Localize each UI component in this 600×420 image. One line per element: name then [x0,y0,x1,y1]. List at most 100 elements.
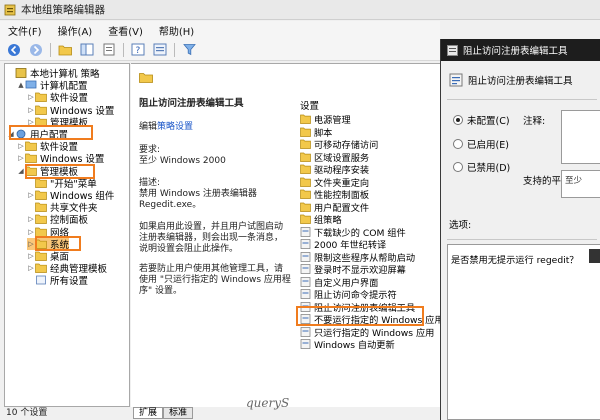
radio-enabled[interactable]: 已启用(E) [453,137,509,151]
tree-expander-icon[interactable]: ▷ [17,142,25,150]
folder-up-icon [58,45,72,56]
status-bar: 10 个设置 [6,408,48,418]
list-setting-item[interactable]: 登录时不显示欢迎屏幕 [300,263,406,276]
menu-view[interactable]: 查看(V) [100,23,151,38]
description-pane: 阻止访问注册表编辑工具 编辑策略设置 要求: 至少 Windows 2000 描… [131,63,294,407]
list-setting-item[interactable]: 下载缺少的 COM 组件 [300,226,406,239]
list-setting-item[interactable]: Windows 自动更新 [300,338,395,351]
list-folder-item[interactable]: 文件夹重定向 [300,176,369,189]
tree-item[interactable]: 所有设置 [27,274,88,287]
filter-button[interactable] [181,42,197,58]
requirements-value: 至少 Windows 2000 [139,156,226,166]
radio-not-configured[interactable]: 未配置(C) [453,113,510,127]
folder-icon [300,152,311,162]
tree-item[interactable]: ▷ 控制面板 [27,213,88,226]
view-tabs: 扩展 标准 [133,407,194,420]
tree-expander-icon[interactable]: ▷ [27,191,35,199]
folder-icon [300,127,311,137]
menu-bar: 文件(F) 操作(A) 查看(V) 帮助(H) [0,21,440,39]
highlight-system [35,236,81,251]
supported-platform-box: 至少 [561,170,600,198]
forward-button[interactable] [28,42,44,58]
tree-item[interactable]: 本地计算机 策略 [7,67,100,80]
list-folder-item[interactable]: 用户配置文件 [300,201,369,214]
menu-action[interactable]: 操作(A) [50,23,101,38]
description-para1: 如果启用此设置，并且用户试图启动注册表编辑器，则会出现一条消息，说明设置会阻止此… [139,222,284,254]
radio-disabled[interactable]: 已禁用(D) [453,160,510,174]
list-folder-item[interactable]: 组策略 [300,213,342,226]
folder-icon [300,189,311,199]
list-folder-item[interactable]: 性能控制面板 [300,188,369,201]
help-button[interactable]: ? [130,42,146,58]
properties-button[interactable] [152,42,168,58]
tree-expander-icon[interactable]: ▷ [27,215,35,223]
radio-circle[interactable] [453,139,463,149]
list-folder-item[interactable]: 可移动存储访问 [300,138,378,151]
folder-icon [25,154,37,164]
settings-column-header[interactable]: 设置 [300,98,319,112]
radio-circle[interactable] [453,162,463,172]
list-folder-item[interactable]: 驱动程序安装 [300,163,369,176]
setting-icon [300,276,311,287]
list-item-label: Windows 自动更新 [314,340,395,351]
list-setting-item[interactable]: 自定义用户界面 [300,276,378,289]
tree-expander-icon[interactable]: ▷ [27,252,35,260]
folder-icon [35,93,47,103]
tree-item[interactable]: ▷ 经典管理模板 [27,262,107,275]
tree-expander-icon[interactable]: ▷ [27,228,35,236]
list-setting-item[interactable]: 阻止访问命令提示符 [300,288,397,301]
tree-expander-icon[interactable]: ◢ [17,167,25,175]
tree-expander-icon[interactable]: ▷ [27,93,35,101]
tree-item[interactable]: ▷ Windows 组件 [27,189,114,202]
menu-help[interactable]: 帮助(H) [151,23,202,38]
highlight-selected-policy [296,306,424,326]
export-icon [103,43,115,56]
list-folder-item[interactable]: 区域设置服务 [300,151,369,164]
note-label: 注释: [523,116,546,127]
folder-icon [300,114,311,124]
settings-icon [36,275,46,285]
export-list-button[interactable] [101,42,117,58]
edit-policy-link[interactable]: 策略设置 [157,122,193,132]
tab-extended[interactable]: 扩展 [133,407,164,419]
up-folder-button[interactable] [57,42,73,58]
radio-circle[interactable] [453,115,463,125]
tree-expander-icon[interactable]: ▷ [27,106,35,114]
option-dropdown[interactable] [589,249,600,263]
toolbar-separator-2 [123,42,124,57]
options-label: 选项: [449,220,472,231]
tab-standard[interactable]: 标准 [163,407,194,419]
folder-icon [300,177,311,187]
description-para2: 若要防止用户使用其他管理工具，请使用 "只运行指定的 Windows 应用程序"… [139,264,291,296]
setting-icon [300,251,311,262]
tree-item[interactable]: ▷ Windows 设置 [27,104,114,117]
tree-expander-icon[interactable]: ▲ [17,81,25,89]
folder-icon [300,139,311,149]
description-heading: 阻止访问注册表编辑工具 [139,98,244,109]
console-tree-icon [80,43,94,56]
highlight-admin-templates [25,164,95,179]
list-setting-item[interactable]: 只运行指定的 Windows 应用 [300,326,434,339]
tree-item[interactable]: ▷ 软件设置 [27,91,88,104]
list-setting-item[interactable]: 2000 年世纪转译 [300,238,386,251]
tree-item[interactable]: ▷ 软件设置 [17,140,78,153]
radio-dot [456,118,460,122]
list-setting-item[interactable]: 限制这些程序从帮助启动 [300,251,415,264]
list-folder-item[interactable]: 电源管理 [300,113,351,126]
tree-item[interactable]: 共享文件夹 [27,201,98,214]
list-folder-item[interactable]: 脚本 [300,126,332,139]
tree-expander-icon[interactable]: ▷ [27,240,35,248]
note-textarea[interactable] [561,110,600,164]
back-button[interactable] [6,42,22,58]
tree-expander-icon[interactable]: ▷ [27,264,35,272]
tree-expander-icon[interactable]: ▷ [17,154,25,162]
tree-item[interactable]: ▷ 桌面 [27,250,69,263]
window-title: 本地组策略编辑器 [21,4,105,16]
watermark-subtext: XiTongCheng.com [517,408,590,417]
tree-item[interactable]: ▷ Windows 设置 [17,152,104,165]
menu-file[interactable]: 文件(F) [0,23,50,38]
show-tree-button[interactable] [79,42,95,58]
tree-item[interactable]: ▲ 计算机配置 [17,79,88,92]
folder-icon [35,251,47,261]
requirements-label: 要求: [139,145,161,155]
